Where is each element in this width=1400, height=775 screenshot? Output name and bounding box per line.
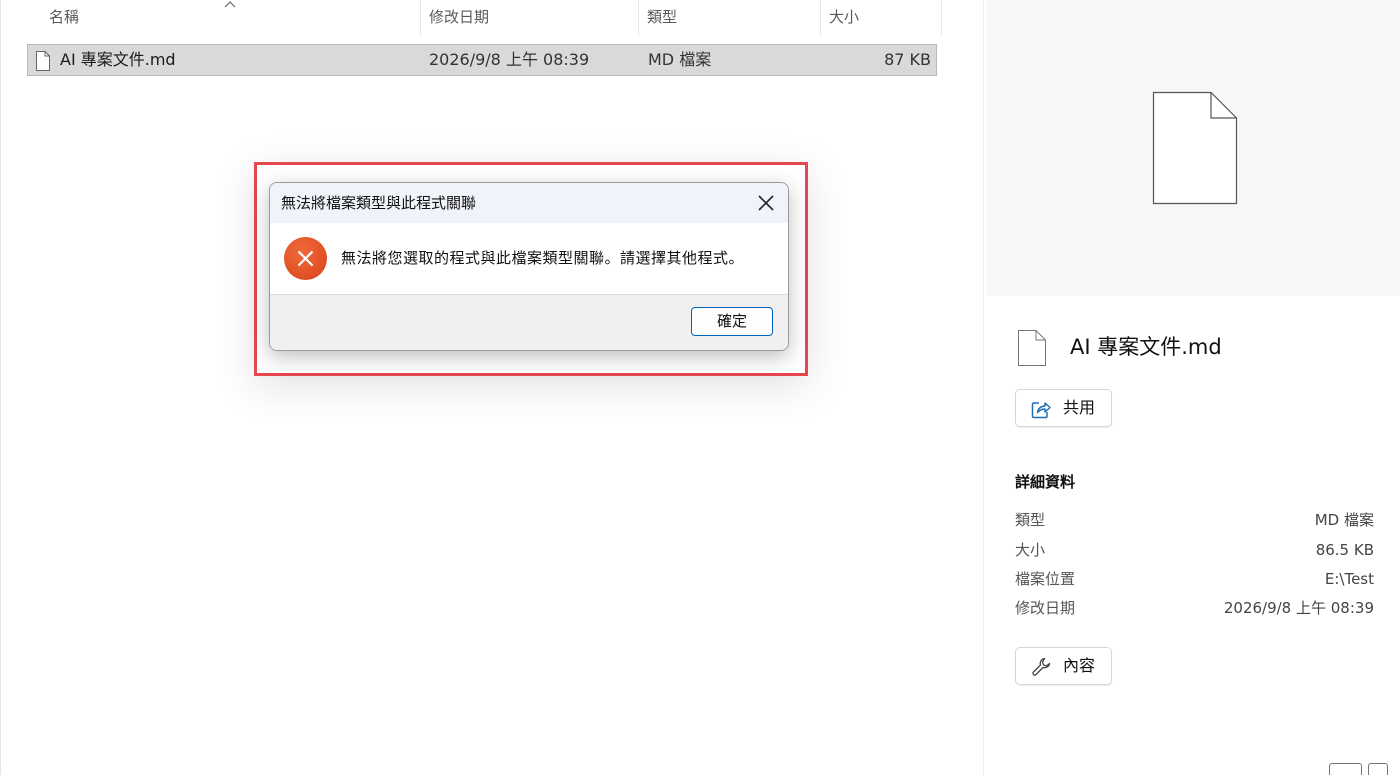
error-icon <box>284 237 327 280</box>
dialog-message: 無法將您選取的程式與此檔案類型關聯。請選擇其他程式。 <box>341 249 745 267</box>
details-filename: AI 專案文件.md <box>1070 335 1222 359</box>
share-label: 共用 <box>1063 398 1096 417</box>
close-icon[interactable] <box>754 191 778 215</box>
tiles-view-toggle[interactable] <box>1368 763 1388 775</box>
file-date-cell: 2026/9/8 上午 08:39 <box>429 50 590 69</box>
file-icon <box>36 51 50 71</box>
file-row[interactable]: AI 專案文件.md 2026/9/8 上午 08:39 MD 檔案 87 KB <box>27 44 937 76</box>
share-icon <box>1031 402 1051 419</box>
column-header-date[interactable]: 修改日期 <box>421 0 639 36</box>
column-header-type[interactable]: 類型 <box>639 0 821 36</box>
detail-key: 檔案位置 <box>1015 570 1076 588</box>
error-dialog: 無法將檔案類型與此程式關聯 無法將您選取的程式與此檔案類型關聯。請選擇其他程式。… <box>269 182 789 351</box>
file-size-cell: 87 KB <box>884 50 931 69</box>
detail-key: 大小 <box>1015 541 1046 559</box>
dialog-title-bar: 無法將檔案類型與此程式關聯 <box>270 183 788 223</box>
dialog-title: 無法將檔案類型與此程式關聯 <box>281 194 477 212</box>
dialog-footer: 確定 <box>270 294 788 350</box>
detail-value: 86.5 KB <box>1315 541 1374 559</box>
dialog-body: 無法將您選取的程式與此檔案類型關聯。請選擇其他程式。 <box>270 223 788 294</box>
document-preview-icon <box>1152 91 1238 205</box>
column-header-size[interactable]: 大小 <box>821 0 942 36</box>
detail-value: E:\Test <box>1324 570 1374 588</box>
file-icon <box>1018 330 1046 366</box>
column-header-name[interactable]: 名稱 <box>41 0 421 36</box>
details-view-toggle[interactable] <box>1329 763 1362 775</box>
detail-row: 類型 MD 檔案 <box>1015 508 1374 532</box>
ok-button[interactable]: 確定 <box>691 307 773 336</box>
share-button[interactable]: 共用 <box>1015 389 1112 427</box>
properties-label: 內容 <box>1063 656 1096 675</box>
detail-value: 2026/9/8 上午 08:39 <box>1223 599 1374 617</box>
detail-row: 修改日期 2026/9/8 上午 08:39 <box>1015 596 1374 620</box>
file-explorer-window: 名稱 修改日期 類型 大小 AI 專案文件.md 2026/9/8 上午 08:… <box>0 0 1400 775</box>
detail-row: 大小 86.5 KB <box>1015 538 1374 562</box>
details-pane: AI 專案文件.md 共用 詳細資料 類型 MD 檔案 大小 86.5 KB 檔… <box>983 0 1400 775</box>
properties-button[interactable]: 內容 <box>1015 647 1112 685</box>
file-preview <box>986 0 1400 296</box>
detail-key: 類型 <box>1015 511 1046 529</box>
wrench-icon <box>1032 657 1051 676</box>
file-type-cell: MD 檔案 <box>648 50 712 69</box>
details-heading: 詳細資料 <box>1015 473 1076 491</box>
detail-row: 檔案位置 E:\Test <box>1015 567 1374 591</box>
detail-key: 修改日期 <box>1015 599 1076 617</box>
file-list-pane: 名稱 修改日期 類型 大小 AI 專案文件.md 2026/9/8 上午 08:… <box>0 0 983 775</box>
file-name-cell: AI 專案文件.md <box>60 50 176 69</box>
detail-value: MD 檔案 <box>1314 511 1374 529</box>
